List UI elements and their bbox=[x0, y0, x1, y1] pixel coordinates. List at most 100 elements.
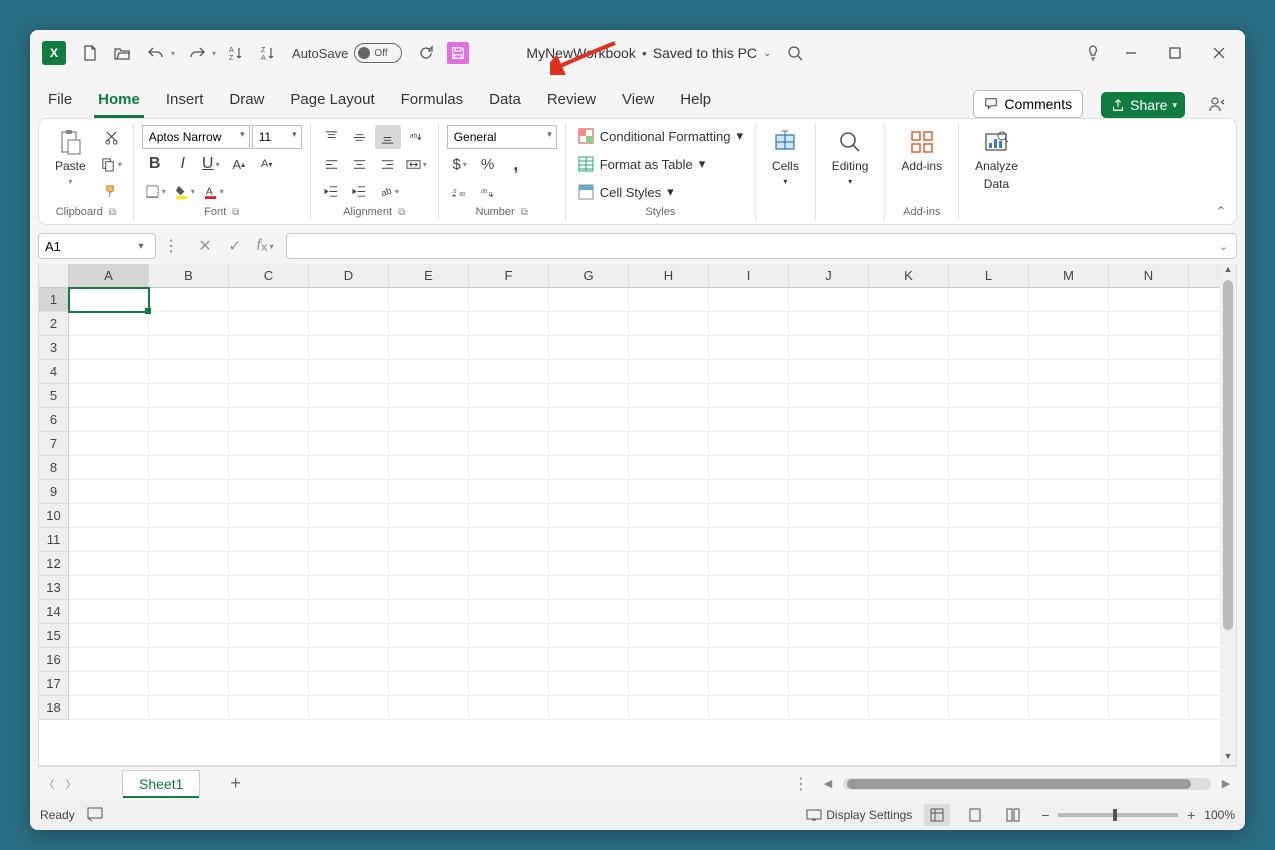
cell[interactable] bbox=[789, 504, 869, 528]
cell[interactable] bbox=[229, 600, 309, 624]
cell[interactable] bbox=[949, 312, 1029, 336]
cell[interactable] bbox=[149, 456, 229, 480]
cell[interactable] bbox=[469, 648, 549, 672]
cell[interactable] bbox=[69, 480, 149, 504]
zoom-control[interactable]: − + 100% bbox=[1038, 807, 1235, 823]
cell[interactable] bbox=[229, 408, 309, 432]
cell[interactable] bbox=[869, 624, 949, 648]
cell[interactable] bbox=[229, 696, 309, 720]
currency-icon[interactable]: $▾ bbox=[447, 152, 473, 176]
cell[interactable] bbox=[1109, 456, 1189, 480]
cell[interactable] bbox=[629, 432, 709, 456]
copy-icon[interactable]: ▾ bbox=[98, 152, 125, 176]
conditional-formatting-button[interactable]: Conditional Formatting▾ bbox=[574, 125, 747, 147]
cell[interactable] bbox=[389, 600, 469, 624]
cut-icon[interactable] bbox=[98, 125, 125, 149]
cell[interactable] bbox=[789, 288, 869, 312]
cell[interactable] bbox=[1109, 480, 1189, 504]
column-header[interactable]: K bbox=[869, 264, 949, 288]
cell[interactable] bbox=[1029, 504, 1109, 528]
cancel-formula-icon[interactable]: ✕ bbox=[192, 234, 218, 258]
cell[interactable] bbox=[469, 624, 549, 648]
cell[interactable] bbox=[309, 600, 389, 624]
fx-icon[interactable]: fx▾ bbox=[252, 234, 278, 258]
cell[interactable] bbox=[629, 480, 709, 504]
percent-icon[interactable]: % bbox=[475, 152, 501, 176]
number-launcher[interactable]: ⧉ bbox=[521, 207, 528, 218]
row-header[interactable]: 3 bbox=[39, 336, 69, 360]
cell[interactable] bbox=[309, 408, 389, 432]
cell[interactable] bbox=[789, 408, 869, 432]
column-header[interactable]: C bbox=[229, 264, 309, 288]
align-middle-icon[interactable] bbox=[347, 125, 373, 149]
row-header[interactable]: 14 bbox=[39, 600, 69, 624]
cell[interactable] bbox=[549, 456, 629, 480]
cell[interactable] bbox=[1109, 648, 1189, 672]
cell[interactable] bbox=[789, 648, 869, 672]
document-title[interactable]: MyNewWorkbook • Saved to this PC ⌄ bbox=[526, 45, 771, 61]
cell[interactable] bbox=[69, 552, 149, 576]
cell[interactable] bbox=[949, 648, 1029, 672]
cell[interactable] bbox=[69, 408, 149, 432]
redo-button[interactable]: ▾ bbox=[181, 39, 218, 67]
close-button[interactable] bbox=[1199, 38, 1239, 68]
zoom-in-button[interactable]: + bbox=[1184, 807, 1198, 823]
cell[interactable] bbox=[229, 336, 309, 360]
cell[interactable] bbox=[709, 648, 789, 672]
cell[interactable] bbox=[309, 528, 389, 552]
cell[interactable] bbox=[789, 624, 869, 648]
cell[interactable] bbox=[629, 384, 709, 408]
cell[interactable] bbox=[229, 432, 309, 456]
cell[interactable] bbox=[149, 696, 229, 720]
cell[interactable] bbox=[869, 312, 949, 336]
cell[interactable] bbox=[69, 696, 149, 720]
cell[interactable] bbox=[869, 696, 949, 720]
cell[interactable] bbox=[69, 648, 149, 672]
cell[interactable] bbox=[1109, 408, 1189, 432]
cell[interactable] bbox=[869, 384, 949, 408]
tab-home[interactable]: Home bbox=[94, 85, 144, 118]
cell[interactable] bbox=[69, 360, 149, 384]
cell[interactable] bbox=[389, 672, 469, 696]
cell[interactable] bbox=[709, 456, 789, 480]
column-header[interactable]: L bbox=[949, 264, 1029, 288]
cell[interactable] bbox=[549, 360, 629, 384]
cell[interactable] bbox=[709, 672, 789, 696]
cell[interactable] bbox=[549, 504, 629, 528]
column-header[interactable]: G bbox=[549, 264, 629, 288]
cell[interactable] bbox=[789, 528, 869, 552]
cell[interactable] bbox=[549, 552, 629, 576]
expand-formula-bar-icon[interactable]: ⌄ bbox=[1219, 240, 1228, 253]
cell[interactable] bbox=[1029, 648, 1109, 672]
cell[interactable] bbox=[469, 480, 549, 504]
row-header[interactable]: 7 bbox=[39, 432, 69, 456]
cell[interactable] bbox=[309, 624, 389, 648]
more-options-icon[interactable]: ⋮ bbox=[158, 234, 184, 258]
zoom-slider[interactable] bbox=[1058, 813, 1178, 817]
cell[interactable] bbox=[229, 312, 309, 336]
cell[interactable] bbox=[629, 696, 709, 720]
row-header[interactable]: 8 bbox=[39, 456, 69, 480]
cell[interactable] bbox=[869, 480, 949, 504]
cell[interactable] bbox=[949, 480, 1029, 504]
cell[interactable] bbox=[869, 408, 949, 432]
cell[interactable] bbox=[709, 384, 789, 408]
cell[interactable] bbox=[469, 696, 549, 720]
cell[interactable] bbox=[1109, 696, 1189, 720]
cell[interactable] bbox=[549, 432, 629, 456]
column-header[interactable]: H bbox=[629, 264, 709, 288]
cell[interactable] bbox=[389, 312, 469, 336]
cell[interactable] bbox=[949, 576, 1029, 600]
cell[interactable] bbox=[149, 600, 229, 624]
format-as-table-button[interactable]: Format as Table▾ bbox=[574, 153, 747, 175]
cell[interactable] bbox=[69, 600, 149, 624]
cell[interactable] bbox=[629, 552, 709, 576]
cell[interactable] bbox=[1029, 384, 1109, 408]
tab-review[interactable]: Review bbox=[543, 85, 600, 118]
sort-asc-icon[interactable]: AZ bbox=[222, 39, 250, 67]
cell[interactable] bbox=[949, 552, 1029, 576]
sheet-nav-prev[interactable]: 〈 bbox=[38, 776, 60, 792]
cell[interactable] bbox=[229, 384, 309, 408]
cell[interactable] bbox=[869, 576, 949, 600]
cell[interactable] bbox=[309, 288, 389, 312]
